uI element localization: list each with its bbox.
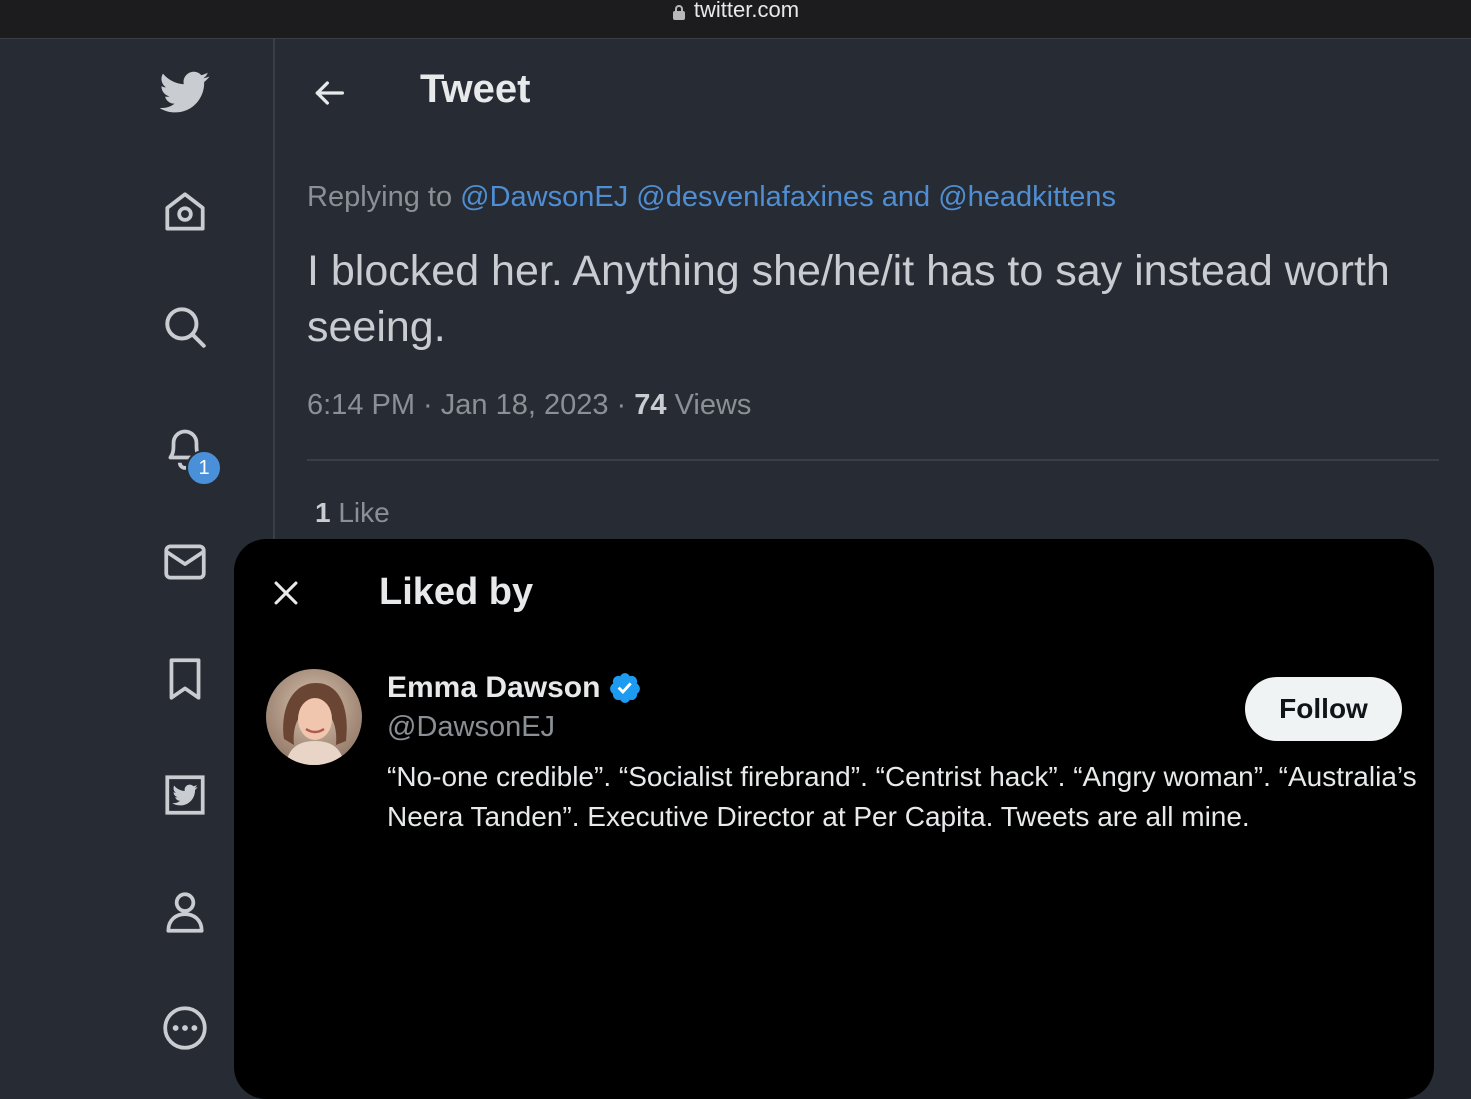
user-name-row: Emma Dawson [387,671,642,705]
lock-icon [672,5,685,20]
browser-address-bar[interactable]: twitter.com [0,0,1471,39]
likes-label: Like [338,497,390,528]
twitter-blue-icon[interactable] [158,768,212,822]
url-text: twitter.com [693,0,800,22]
mention-link-dawsonej[interactable]: @DawsonEJ [460,181,628,213]
tweet-text: I blocked her. Anything she/he/it has to… [307,247,1390,351]
search-icon[interactable] [158,300,212,354]
user-display-name[interactable]: Emma Dawson [387,671,600,705]
replying-to: Replying to @DawsonEJ @desvenlafaxines a… [307,181,1116,214]
and-others-link[interactable]: and [882,181,930,213]
messages-icon[interactable] [158,535,212,589]
user-bio: “No-one credible”. “Socialist firebrand”… [387,761,1417,832]
tweet-header: Tweet [275,39,1471,143]
replying-prefix: Replying to [307,181,461,213]
more-icon[interactable] [158,1001,212,1055]
tweet-meta: 6:14 PM · Jan 18, 2023 · 74 Views [307,389,751,422]
likes-link[interactable]: 1 Like [315,497,390,529]
twitter-logo-icon[interactable] [158,65,212,119]
follow-button[interactable]: Follow [1245,677,1402,741]
page-title: Tweet [420,67,531,111]
verified-badge-icon [610,673,641,703]
url-display[interactable]: twitter.com [672,0,799,23]
mention-link-headkittens[interactable]: @headkittens [938,181,1116,213]
likes-count: 1 [315,497,331,528]
close-icon[interactable] [266,573,306,613]
views-count: 74 [634,389,667,421]
home-icon[interactable] [158,185,212,239]
tweet-timestamp[interactable]: 6:14 PM · Jan 18, 2023 · [307,389,634,421]
bookmarks-icon[interactable] [158,652,212,706]
mention-link-desvenlafaxines[interactable]: @desvenlafaxines [636,181,873,213]
views-label: Views [674,389,752,421]
user-handle[interactable]: @DawsonEJ [387,711,555,744]
avatar[interactable] [266,669,362,765]
profile-icon[interactable] [158,885,212,939]
liked-by-modal: Liked by Emma Dawson @DawsonEJ “No-one c… [234,539,1434,1099]
notification-badge: 1 [186,450,222,486]
modal-title: Liked by [379,571,534,613]
divider [307,459,1439,461]
back-arrow-icon[interactable] [305,69,353,117]
